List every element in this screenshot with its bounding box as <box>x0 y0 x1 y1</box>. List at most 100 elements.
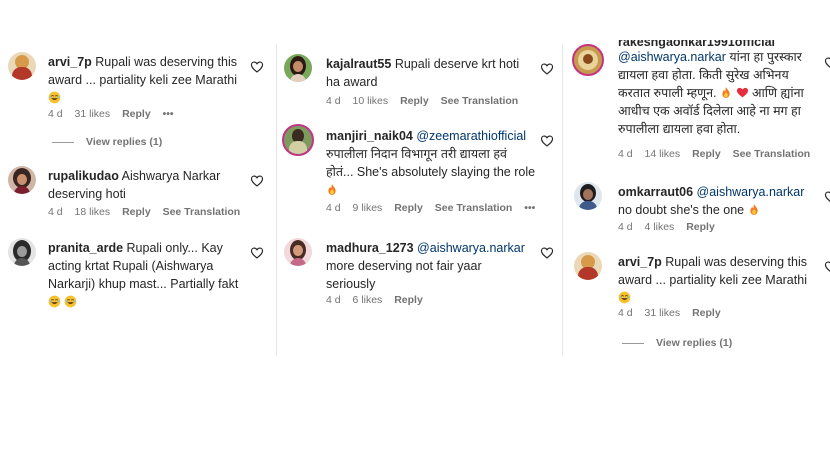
comment-body: rakeshgaonkar1991official @aishwarya.nar… <box>618 40 818 138</box>
comment-column-2: kajalraut55 Rupali deserve krt hoti ha a… <box>278 0 560 360</box>
comment-age: 4 d <box>48 206 63 218</box>
laughing-emoji-icon <box>48 295 61 308</box>
heart-outline-icon[interactable] <box>824 260 830 274</box>
username[interactable]: manjiri_naik04 <box>326 129 413 143</box>
comment-meta: 4 d 9 likes Reply See Translation ••• <box>326 202 544 214</box>
heart-outline-icon[interactable] <box>540 62 554 76</box>
comment-age: 4 d <box>326 95 341 107</box>
more-options-button[interactable]: ••• <box>524 202 535 214</box>
mention-link[interactable]: @aishwarya.narkar <box>697 185 805 199</box>
view-replies-label: View replies (1) <box>86 136 163 148</box>
see-translation-link[interactable]: See Translation <box>733 148 811 160</box>
comment-age: 4 d <box>618 221 633 233</box>
like-count[interactable]: 14 likes <box>645 148 681 160</box>
like-count[interactable]: 31 likes <box>75 108 111 120</box>
avatar[interactable] <box>574 252 602 280</box>
comment-meta: 4 d 6 likes Reply <box>326 294 432 306</box>
reply-button[interactable]: Reply <box>692 148 721 160</box>
comment-body: omkarraut06 @aishwarya.narkar no doubt s… <box>618 183 814 219</box>
comment-item: rakeshgaonkar1991official @aishwarya.nar… <box>572 0 830 168</box>
username[interactable]: pranita_arde <box>48 241 123 255</box>
username[interactable]: kajalraut55 <box>326 57 391 71</box>
comment-item: arvi_7p Rupali was deserving this award … <box>574 252 830 356</box>
comment-meta: 4 d 31 likes Reply <box>618 307 730 319</box>
reply-button[interactable]: Reply <box>400 95 429 107</box>
heart-outline-icon[interactable] <box>250 60 264 74</box>
comment-item: omkarraut06 @aishwarya.narkar no doubt s… <box>574 182 830 238</box>
comment-text: रुपालीला निदान विभागून तरी द्यायला हवं ह… <box>326 147 536 179</box>
comment-body: arvi_7p Rupali was deserving this award … <box>48 53 238 107</box>
comment-age: 4 d <box>618 148 633 160</box>
see-translation-link[interactable]: See Translation <box>163 206 241 218</box>
view-replies-link[interactable]: View replies (1) <box>52 136 162 148</box>
reply-button[interactable]: Reply <box>686 221 715 233</box>
comment-item: arvi_7p Rupali was deserving this award … <box>8 52 270 154</box>
username[interactable]: madhura_1273 <box>326 241 414 255</box>
avatar[interactable] <box>8 52 36 80</box>
heart-outline-icon[interactable] <box>250 174 264 188</box>
view-replies-label: View replies (1) <box>656 337 733 349</box>
fire-emoji-icon <box>720 86 732 99</box>
avatar[interactable] <box>572 44 604 76</box>
comment-meta: 4 d 31 likes Reply ••• <box>48 108 183 120</box>
comment-age: 4 d <box>326 202 341 214</box>
see-translation-link[interactable]: See Translation <box>435 202 513 214</box>
heart-outline-icon[interactable] <box>824 190 830 204</box>
see-translation-link[interactable]: See Translation <box>441 95 519 107</box>
reply-button[interactable]: Reply <box>394 202 423 214</box>
comment-item: rupalikudao Aishwarya Narkar deserving h… <box>8 166 270 226</box>
heart-outline-icon[interactable] <box>824 56 830 70</box>
like-count[interactable]: 6 likes <box>353 294 383 306</box>
avatar[interactable] <box>8 238 36 266</box>
comment-body: madhura_1273 @aishwarya.narkar more dese… <box>326 239 530 293</box>
heart-outline-icon[interactable] <box>540 246 554 260</box>
comment-column-3: rakeshgaonkar1991official @aishwarya.nar… <box>564 0 830 360</box>
username-clipped: rakeshgaonkar1991official <box>618 40 818 52</box>
username[interactable]: omkarraut06 <box>618 185 693 199</box>
comment-meta: 4 d 14 likes Reply See Translation <box>618 148 819 160</box>
comment-body: rupalikudao Aishwarya Narkar deserving h… <box>48 167 238 203</box>
like-count[interactable]: 18 likes <box>75 206 111 218</box>
like-count[interactable]: 31 likes <box>645 307 681 319</box>
heart-outline-icon[interactable] <box>250 246 264 260</box>
username[interactable]: rupalikudao <box>48 169 119 183</box>
comment-meta: 4 d 18 likes Reply See Translation <box>48 206 249 218</box>
comment-body: kajalraut55 Rupali deserve krt hoti ha a… <box>326 55 526 91</box>
laughing-emoji-icon <box>48 91 61 104</box>
comment-body: pranita_arde Rupali only... Kay acting k… <box>48 239 240 311</box>
laughing-emoji-icon <box>64 295 77 308</box>
avatar[interactable] <box>284 238 312 266</box>
comment-age: 4 d <box>326 294 341 306</box>
red-heart-emoji-icon <box>736 86 749 99</box>
comment-age: 4 d <box>48 108 63 120</box>
username[interactable]: rakeshgaonkar1991official <box>618 40 775 49</box>
comment-column-1: arvi_7p Rupali was deserving this award … <box>0 0 272 360</box>
view-replies-link[interactable]: View replies (1) <box>622 337 732 349</box>
reply-button[interactable]: Reply <box>692 307 721 319</box>
avatar[interactable] <box>574 182 602 210</box>
reply-button[interactable]: Reply <box>394 294 423 306</box>
avatar[interactable] <box>282 124 314 156</box>
mention-link[interactable]: @zeemarathiofficial <box>416 129 526 143</box>
column-divider <box>562 44 563 356</box>
like-count[interactable]: 4 likes <box>645 221 675 233</box>
fire-emoji-icon <box>748 203 760 216</box>
comment-meta: 4 d 4 likes Reply <box>618 221 724 233</box>
comment-text: no doubt she's the one <box>618 203 745 217</box>
heart-outline-icon[interactable] <box>540 134 554 148</box>
like-count[interactable]: 9 likes <box>353 202 383 214</box>
comment-text: more deserving not fair yaar seriously <box>326 259 482 291</box>
avatar[interactable] <box>284 54 312 82</box>
more-options-button[interactable]: ••• <box>163 108 174 120</box>
like-count[interactable]: 10 likes <box>353 95 389 107</box>
replies-line <box>622 342 644 344</box>
reply-button[interactable]: Reply <box>122 108 151 120</box>
avatar[interactable] <box>8 166 36 194</box>
username[interactable]: arvi_7p <box>48 55 92 69</box>
comment-item: manjiri_naik04 @zeemarathiofficial रुपाल… <box>282 124 556 218</box>
replies-line <box>52 141 74 143</box>
reply-button[interactable]: Reply <box>122 206 151 218</box>
mention-link[interactable]: @aishwarya.narkar <box>417 241 525 255</box>
username[interactable]: arvi_7p <box>618 255 662 269</box>
mention-link[interactable]: @aishwarya.narkar <box>618 50 726 64</box>
